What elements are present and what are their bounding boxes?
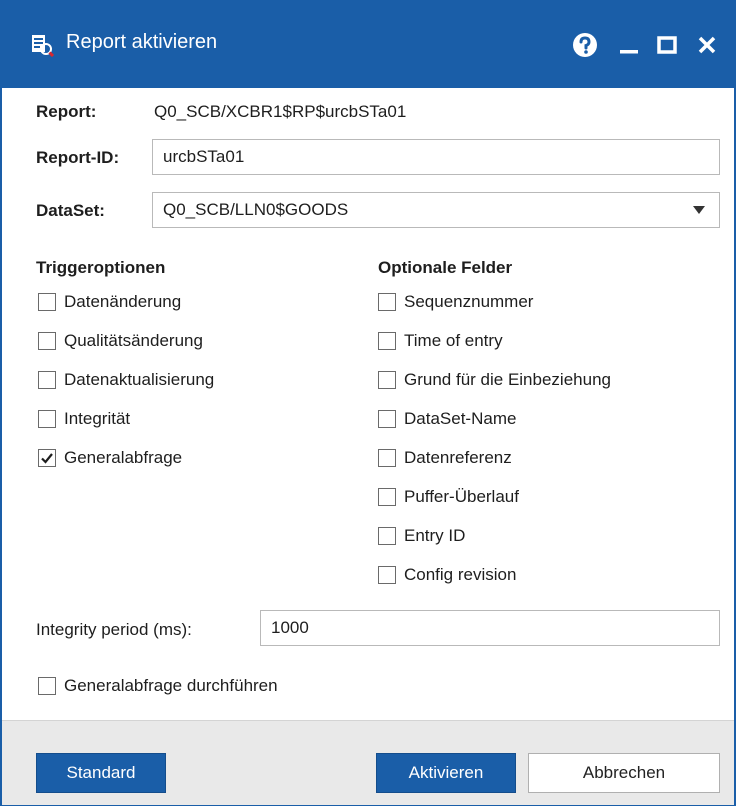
- checkbox[interactable]: [38, 371, 56, 389]
- trigger-option-data-update[interactable]: Datenaktualisierung: [38, 367, 214, 393]
- optional-field-config-revision[interactable]: Config revision: [378, 562, 516, 588]
- optional-field-buffer-overflow[interactable]: Puffer-Überlauf: [378, 484, 519, 510]
- checkbox[interactable]: [378, 293, 396, 311]
- trigger-options-title: Triggeroptionen: [36, 258, 166, 277]
- checkbox[interactable]: [378, 488, 396, 506]
- checkbox[interactable]: [378, 332, 396, 350]
- checkbox[interactable]: [38, 293, 56, 311]
- optional-field-time-of-entry[interactable]: Time of entry: [378, 328, 503, 354]
- minimize-icon: [620, 50, 638, 54]
- integrity-period-value: 1000: [271, 618, 309, 637]
- dataset-select[interactable]: Q0_SCB/LLN0$GOODS: [152, 192, 720, 228]
- optional-field-entry-id[interactable]: Entry ID: [378, 523, 465, 549]
- checkbox[interactable]: [378, 527, 396, 545]
- title-bar[interactable]: Report aktivieren: [2, 2, 734, 88]
- report-label: Report:: [36, 102, 97, 121]
- dataset-value: Q0_SCB/LLN0$GOODS: [163, 200, 349, 219]
- trigger-option-integrity[interactable]: Integrität: [38, 406, 130, 432]
- close-icon: [698, 36, 716, 54]
- optional-fields-title: Optionale Felder: [378, 258, 513, 277]
- report-id-label: Report-ID:: [36, 148, 120, 167]
- optional-field-dataset-name[interactable]: DataSet-Name: [378, 406, 516, 432]
- help-icon: [573, 33, 597, 57]
- checkbox[interactable]: [378, 449, 396, 467]
- check-icon: [41, 453, 53, 464]
- report-value: Q0_SCB/XCBR1$RP$urcbSTa01: [154, 102, 407, 121]
- minimize-button[interactable]: [612, 28, 646, 62]
- report-activate-dialog: Report aktivieren Report: Q0_SCB/XCBR1$R…: [0, 0, 736, 806]
- window-title: Report aktivieren: [66, 31, 218, 53]
- dialog-content: Report: Q0_SCB/XCBR1$RP$urcbSTa01 Report…: [2, 88, 734, 720]
- report-id-value: urcbSTa01: [163, 147, 245, 166]
- optional-field-data-reference[interactable]: Datenreferenz: [378, 445, 512, 471]
- integrity-period-label: Integrity period (ms):: [36, 620, 192, 639]
- dialog-footer: Standard Aktivieren Abbrechen: [2, 720, 734, 805]
- dataset-label: DataSet:: [36, 201, 105, 220]
- standard-button[interactable]: Standard: [36, 753, 166, 793]
- close-button[interactable]: [690, 28, 724, 62]
- trigger-option-quality-change[interactable]: Qualitätsänderung: [38, 328, 203, 354]
- report-id-input[interactable]: urcbSTa01: [152, 139, 720, 175]
- maximize-button[interactable]: [650, 28, 684, 62]
- optional-field-reason-for-inclusion[interactable]: Grund für die Einbeziehung: [378, 367, 611, 393]
- dropdown-arrow-icon: [693, 206, 705, 214]
- checkbox[interactable]: [378, 371, 396, 389]
- optional-field-sequence-number[interactable]: Sequenznummer: [378, 289, 533, 315]
- activate-button[interactable]: Aktivieren: [376, 753, 516, 793]
- trigger-option-general-interrogation[interactable]: Generalabfrage: [38, 445, 182, 471]
- checkbox[interactable]: [38, 332, 56, 350]
- trigger-option-data-change[interactable]: Datenänderung: [38, 289, 181, 315]
- checkbox[interactable]: [38, 410, 56, 428]
- checkbox[interactable]: [38, 677, 56, 695]
- checkbox[interactable]: [378, 566, 396, 584]
- report-icon: [32, 35, 54, 57]
- execute-general-interrogation[interactable]: Generalabfrage durchführen: [38, 673, 278, 699]
- help-button[interactable]: [568, 28, 602, 62]
- checkbox[interactable]: [378, 410, 396, 428]
- integrity-period-input[interactable]: 1000: [260, 610, 720, 646]
- maximize-icon: [657, 36, 677, 54]
- checkbox-checked[interactable]: [38, 449, 56, 467]
- cancel-button[interactable]: Abbrechen: [528, 753, 720, 793]
